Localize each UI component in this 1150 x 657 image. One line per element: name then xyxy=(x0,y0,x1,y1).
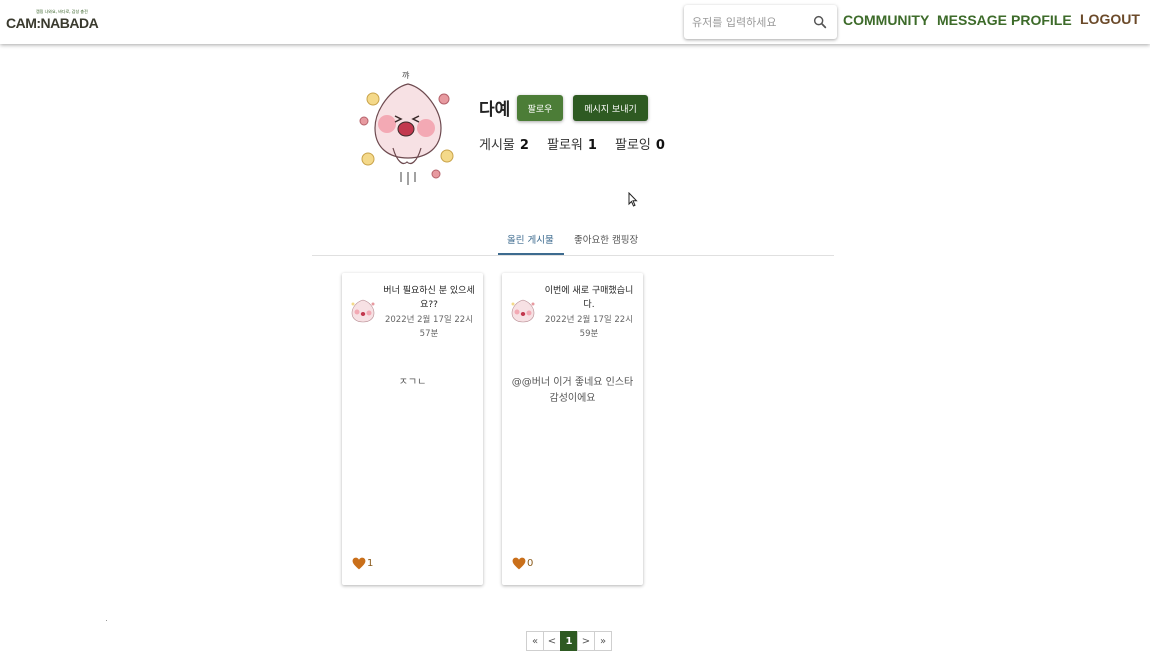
stat-following-label: 팔로잉 xyxy=(615,138,651,153)
stray-dot xyxy=(106,620,107,621)
top-header: 캠핑 나와요, 바다로, 감성 충전 CAM:NABADA COMMUNITY … xyxy=(0,0,1150,44)
stat-followers-label: 팔로워 xyxy=(547,138,583,153)
tab-liked-campsites[interactable]: 좋아요한 캠핑장 xyxy=(574,232,638,246)
author-avatar xyxy=(511,299,535,323)
svg-text:꺄: 꺄 xyxy=(402,70,410,80)
user-search-input[interactable] xyxy=(692,12,810,32)
search-icon[interactable] xyxy=(812,14,828,30)
nav-community[interactable]: COMMUNITY xyxy=(843,12,929,28)
post-content: @@버너 이거 좋네요 인스타 감성이에요 xyxy=(511,377,634,404)
post-title: 버너 필요하신 분 있으세요?? xyxy=(383,286,475,310)
stat-posts-value: 2 xyxy=(519,138,529,153)
stat-followers[interactable]: 팔로워 1 xyxy=(547,134,597,153)
profile-avatar: 꺄 xyxy=(359,70,454,185)
follow-button[interactable]: 팔로우 xyxy=(517,95,563,121)
active-tab-indicator xyxy=(498,253,564,255)
mouse-cursor-icon xyxy=(628,192,638,207)
page-last-button[interactable]: » xyxy=(594,631,612,651)
stat-posts: 게시물 2 xyxy=(479,134,529,153)
send-message-button[interactable]: 메시지 보내기 xyxy=(573,95,648,121)
profile-username: 다예 xyxy=(479,100,511,120)
profile-tabs: 올린 게시물 좋아요한 캠핑장 xyxy=(312,226,834,256)
tab-uploaded-posts[interactable]: 올린 게시물 xyxy=(507,232,554,246)
nav-logout[interactable]: LOGOUT xyxy=(1080,11,1140,27)
post-date: 2022년 2월 17일 22시 57분 xyxy=(384,315,474,339)
like-button[interactable]: 1 xyxy=(352,557,373,570)
page-prev-button[interactable]: < xyxy=(543,631,561,651)
author-avatar xyxy=(351,299,375,323)
post-title: 이번에 새로 구매했습니다. xyxy=(544,286,634,310)
like-count: 1 xyxy=(367,558,374,569)
nav-message[interactable]: MESSAGE xyxy=(937,12,1007,28)
like-button[interactable]: 0 xyxy=(512,557,533,570)
heart-icon xyxy=(352,557,366,570)
stat-posts-label: 게시물 xyxy=(479,138,515,153)
post-date: 2022년 2월 17일 22시 59분 xyxy=(544,315,634,339)
stat-following[interactable]: 팔로잉 0 xyxy=(615,134,665,153)
like-count: 0 xyxy=(527,558,534,569)
user-search-box xyxy=(684,5,837,39)
site-logo[interactable]: 캠핑 나와요, 바다로, 감성 충전 CAM:NABADA xyxy=(6,9,99,33)
post-card[interactable]: 버너 필요하신 분 있으세요?? 2022년 2월 17일 22시 57분 ㅈㄱ… xyxy=(342,273,483,585)
page-current-button[interactable]: 1 xyxy=(560,631,578,651)
logo-text: CAM:NABADA xyxy=(6,15,99,31)
pagination: « < 1 > » xyxy=(526,631,612,651)
stat-following-value: 0 xyxy=(655,138,665,153)
stat-followers-value: 1 xyxy=(587,138,597,153)
page-first-button[interactable]: « xyxy=(526,631,544,651)
post-content: ㅈㄱㄴ xyxy=(398,377,427,388)
page-next-button[interactable]: > xyxy=(577,631,595,651)
heart-icon xyxy=(512,557,526,570)
post-card[interactable]: 이번에 새로 구매했습니다. 2022년 2월 17일 22시 59분 @@버너… xyxy=(502,273,643,585)
nav-profile[interactable]: PROFILE xyxy=(1011,12,1072,28)
